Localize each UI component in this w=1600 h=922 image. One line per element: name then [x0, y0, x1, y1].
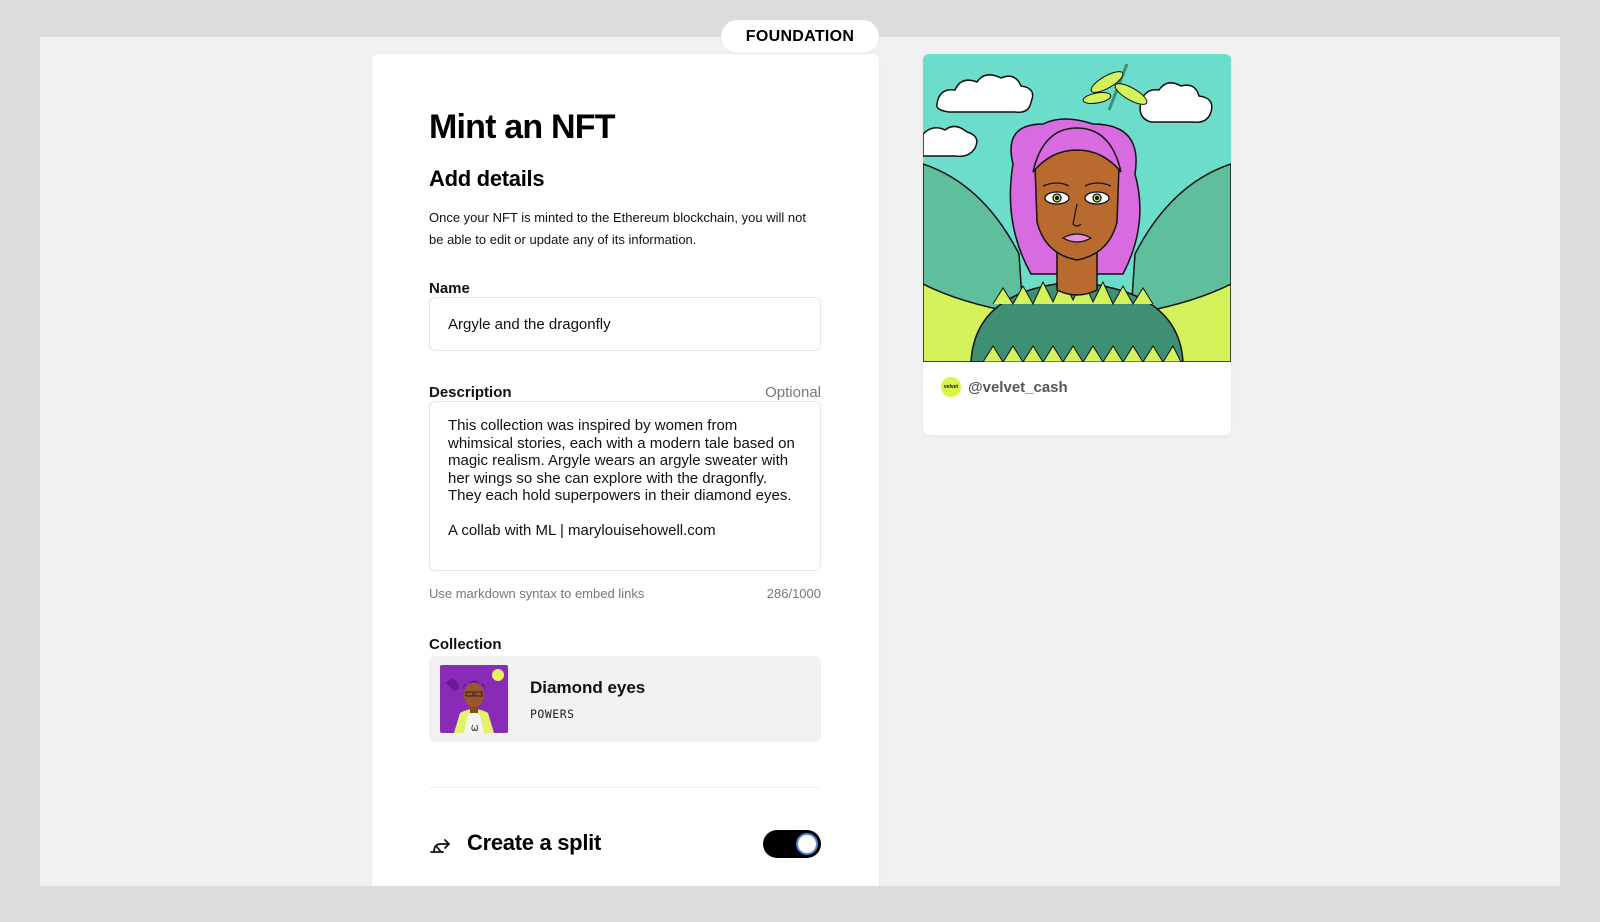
- name-input[interactable]: Argyle and the dragonfly: [429, 297, 821, 351]
- mint-form-card: Mint an NFT Add details Once your NFT is…: [372, 54, 879, 886]
- description-char-count: 286/1000: [766, 586, 821, 601]
- name-label: Name: [429, 280, 470, 297]
- avatar: velvet: [941, 377, 961, 397]
- toggle-knob: [796, 833, 818, 855]
- svg-text:Ѡ: Ѡ: [471, 724, 479, 733]
- split-row: Create a split: [429, 826, 821, 862]
- description-hint: Use markdown syntax to embed links: [429, 586, 645, 601]
- collection-symbol: POWERS: [530, 707, 575, 721]
- description-textarea[interactable]: This collection was inspired by women fr…: [429, 401, 821, 571]
- split-toggle[interactable]: [763, 830, 821, 858]
- description-paragraph: This collection was inspired by women fr…: [448, 417, 795, 504]
- nft-artwork: [923, 54, 1231, 363]
- creator-link[interactable]: velvet @velvet_cash: [941, 377, 1068, 397]
- collection-label: Collection: [429, 636, 502, 653]
- description-label: Description: [429, 384, 512, 401]
- split-label: Create a split: [467, 830, 601, 855]
- description-optional-tag: Optional: [765, 384, 821, 401]
- page-canvas: Mint an NFT Add details Once your NFT is…: [40, 37, 1560, 886]
- mint-notice: Once your NFT is minted to the Ethereum …: [429, 210, 806, 247]
- collection-thumbnail: Ѡ: [440, 665, 508, 733]
- page-title: Mint an NFT: [429, 108, 616, 146]
- foundation-logo[interactable]: FOUNDATION: [721, 20, 879, 53]
- section-divider: [429, 787, 821, 788]
- description-paragraph: A collab with ML | marylouisehowell.com: [448, 521, 716, 539]
- creator-handle: @velvet_cash: [968, 378, 1068, 396]
- collection-name: Diamond eyes: [530, 678, 646, 697]
- nft-preview-card[interactable]: velvet @velvet_cash: [923, 54, 1231, 435]
- section-title: Add details: [429, 166, 545, 191]
- collection-selector[interactable]: Ѡ Diamond eyes POWERS: [429, 656, 821, 742]
- split-arrow-icon: [429, 832, 453, 856]
